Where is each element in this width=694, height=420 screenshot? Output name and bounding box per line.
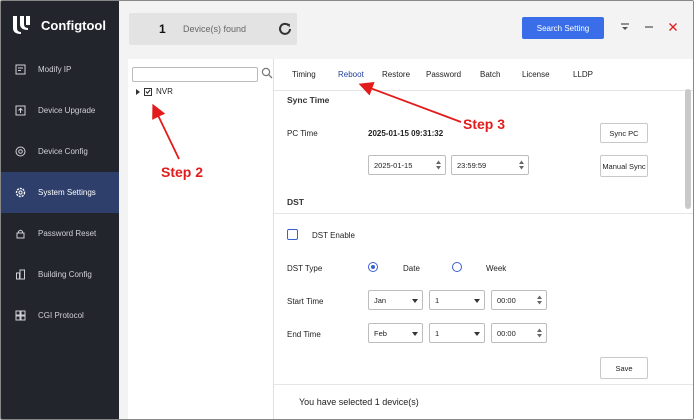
sidebar-item-building-config[interactable]: Building Config (1, 254, 119, 295)
start-day-value: 1 (435, 295, 440, 305)
tab-restore[interactable]: Restore (382, 70, 410, 79)
start-time-input[interactable]: 00:00 (491, 290, 547, 310)
time-spinner-icon[interactable] (518, 159, 525, 171)
check-icon (145, 89, 151, 94)
top-bar: 1 Device(s) found Search Setting (119, 1, 693, 57)
tree-node-checkbox[interactable] (144, 87, 152, 96)
footer-divider (274, 384, 693, 385)
sidebar-item-modify-ip[interactable]: Modify IP (1, 49, 119, 90)
brand: Configtool (9, 11, 106, 39)
sidebar-item-device-config[interactable]: Device Config (1, 131, 119, 172)
tab-bar: Timing Reboot Restore Password Batch Lic… (274, 59, 693, 91)
app-window: Configtool Modify IP Device Upgrade Devi… (0, 0, 694, 420)
modify-ip-icon (15, 64, 26, 75)
step-2-annotation: Step 2 (161, 164, 204, 180)
start-month-value: Jan (374, 295, 387, 305)
sidebar-item-label: Device Config (38, 147, 88, 156)
search-icon[interactable] (261, 67, 273, 79)
tab-license[interactable]: License (522, 70, 550, 79)
sidebar-item-cgi-protocol[interactable]: CGI Protocol (1, 295, 119, 336)
minimize-icon[interactable] (643, 21, 655, 33)
app-name: Configtool (41, 17, 106, 33)
start-month-select[interactable]: Jan (368, 290, 423, 310)
end-day-select[interactable]: 1 (429, 323, 485, 343)
pc-time-label: PC Time (287, 129, 318, 138)
dst-type-week-label: Week (486, 264, 507, 273)
tab-password[interactable]: Password (426, 70, 461, 79)
dst-title: DST (287, 197, 304, 207)
sidebar-item-label: CGI Protocol (38, 311, 84, 320)
device-tree-panel: NVR (128, 59, 274, 419)
tab-reboot[interactable]: Reboot (338, 70, 364, 79)
lock-icon (15, 228, 26, 239)
end-time-spinner-icon[interactable] (536, 327, 543, 339)
sidebar-item-label: Device Upgrade (38, 106, 96, 115)
tree-node-label: NVR (156, 87, 173, 96)
end-time-value: 00:00 (497, 328, 516, 338)
device-count: 1 (159, 22, 166, 36)
sidebar-item-password-reset[interactable]: Password Reset (1, 213, 119, 254)
search-setting-button[interactable]: Search Setting (522, 17, 604, 39)
time-input[interactable]: 23:59:59 (451, 155, 529, 175)
dst-type-week-radio[interactable] (452, 262, 462, 272)
date-input[interactable]: 2025-01-15 (368, 155, 446, 175)
sidebar-item-system-settings[interactable]: System Settings (1, 172, 119, 213)
dst-type-date-label: Date (403, 264, 420, 273)
selected-devices-text: You have selected 1 device(s) (299, 397, 419, 407)
sidebar-nav: Modify IP Device Upgrade Device Config S… (1, 49, 119, 336)
dst-enable-checkbox[interactable] (287, 229, 298, 240)
tab-batch[interactable]: Batch (480, 70, 500, 79)
device-found-label: Device(s) found (183, 24, 247, 34)
time-value: 23:59:59 (457, 160, 487, 170)
device-found-box: 1 Device(s) found (129, 13, 297, 45)
protocol-icon (15, 310, 26, 321)
target-icon (15, 146, 26, 157)
menu-icon[interactable] (619, 21, 631, 33)
upload-icon (15, 105, 26, 116)
end-month-select[interactable]: Feb (368, 323, 423, 343)
pc-time-value: 2025-01-15 09:31:32 (368, 129, 444, 138)
gear-icon (15, 187, 26, 198)
dst-type-label: DST Type (287, 264, 323, 273)
sync-pc-button[interactable]: Sync PC (600, 123, 648, 143)
end-time-input[interactable]: 00:00 (491, 323, 547, 343)
sidebar-item-label: Modify IP (38, 65, 72, 74)
end-month-value: Feb (374, 328, 387, 338)
date-spinner-icon[interactable] (435, 159, 442, 171)
step-3-annotation: Step 3 (463, 116, 506, 132)
sidebar-item-label: System Settings (38, 188, 96, 197)
date-value: 2025-01-15 (374, 160, 413, 170)
save-button[interactable]: Save (600, 357, 648, 379)
section-divider (274, 213, 693, 214)
start-time-label: Start Time (287, 297, 324, 306)
sync-time-title: Sync Time (287, 95, 330, 105)
vertical-scrollbar[interactable] (685, 89, 691, 209)
expand-caret-icon[interactable] (136, 88, 140, 95)
chevron-down-icon (474, 299, 480, 303)
end-time-label: End Time (287, 330, 321, 339)
sidebar-item-label: Password Reset (38, 229, 97, 238)
settings-panel: Timing Reboot Restore Password Batch Lic… (274, 59, 693, 419)
chevron-down-icon (474, 332, 480, 336)
sidebar: Configtool Modify IP Device Upgrade Devi… (1, 1, 119, 419)
tab-timing[interactable]: Timing (292, 70, 316, 79)
start-time-value: 00:00 (497, 295, 516, 305)
refresh-icon[interactable] (277, 21, 293, 37)
dst-type-date-radio[interactable] (368, 262, 378, 272)
dst-enable-label: DST Enable (312, 231, 355, 240)
sidebar-item-label: Building Config (38, 270, 92, 279)
building-icon (15, 269, 26, 280)
start-time-spinner-icon[interactable] (536, 294, 543, 306)
sidebar-item-device-upgrade[interactable]: Device Upgrade (1, 90, 119, 131)
chevron-down-icon (412, 332, 418, 336)
tree-search-input[interactable] (132, 67, 258, 82)
manual-sync-button[interactable]: Manual Sync (600, 155, 648, 177)
tab-lldp[interactable]: LLDP (573, 70, 593, 79)
start-day-select[interactable]: 1 (429, 290, 485, 310)
close-icon[interactable] (667, 21, 679, 33)
configtool-logo-icon (13, 16, 30, 34)
tree-node-nvr[interactable]: NVR (136, 87, 173, 96)
chevron-down-icon (412, 299, 418, 303)
end-day-value: 1 (435, 328, 440, 338)
